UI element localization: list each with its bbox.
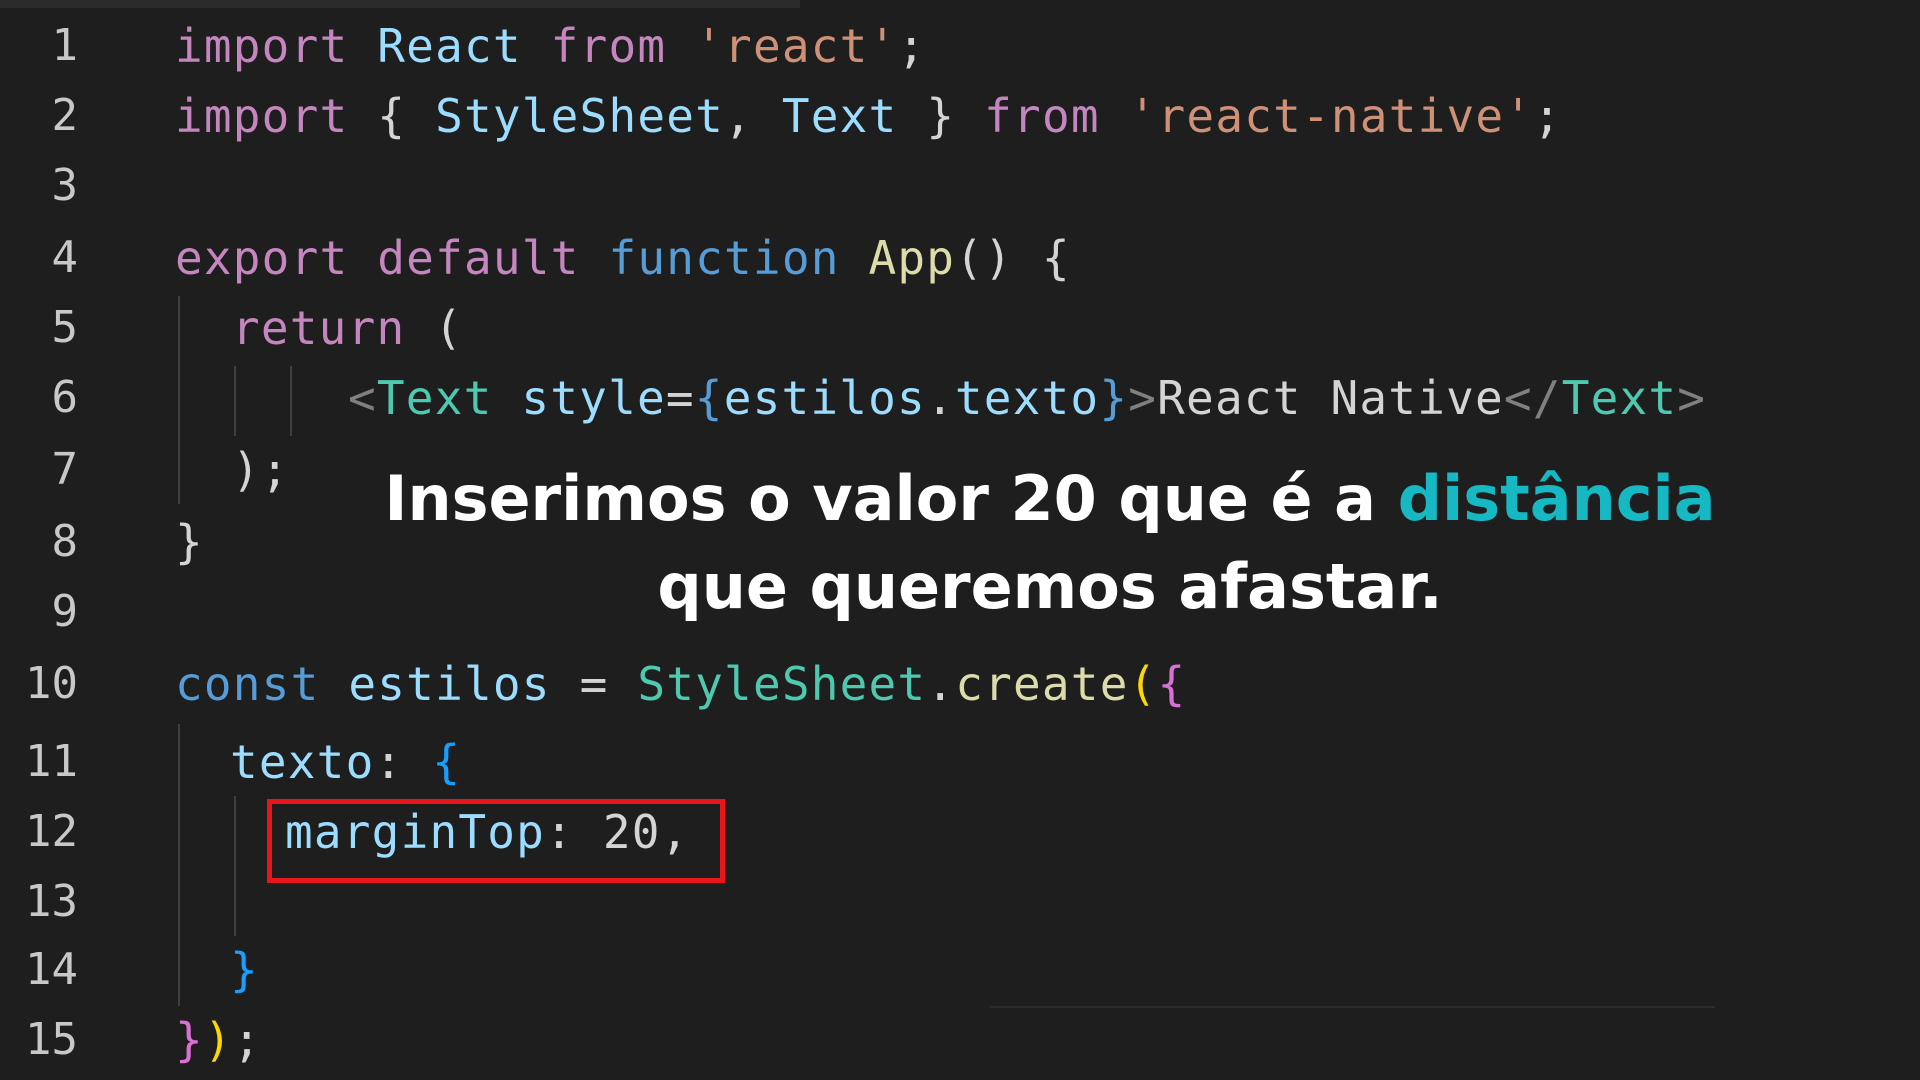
jsx-closing-tag-text: Text [1561, 371, 1678, 425]
equals: = [665, 371, 695, 425]
jsx-expr-open: { [694, 371, 724, 425]
line-number: 11 [25, 736, 78, 787]
line-number: 10 [25, 658, 78, 709]
line-number: 4 [51, 232, 79, 283]
identifier-estilos: estilos [348, 657, 551, 711]
code-line[interactable]: 3 [0, 156, 1920, 216]
semicolon: ; [1533, 89, 1563, 143]
code-text: } [175, 515, 204, 569]
line-number: 5 [51, 302, 79, 353]
tag-open-bracket: < [348, 371, 377, 425]
line-number: 1 [51, 20, 79, 71]
close-brace: } [175, 1013, 204, 1067]
line-number: 3 [51, 160, 79, 211]
tag-end-open-bracket: </ [1503, 371, 1562, 425]
keyword-from: from [550, 19, 667, 73]
keyword-function: function [608, 231, 840, 285]
jsx-attribute-style: style [521, 371, 666, 425]
open-brace: { [1041, 231, 1071, 285]
code-line[interactable]: 11 texto: { [0, 732, 1920, 792]
code-text: import React from 'react'; [175, 16, 926, 76]
open-brace: { [1157, 657, 1187, 711]
class-stylesheet: StyleSheet [637, 657, 927, 711]
open-brace: { [377, 89, 407, 143]
code-line[interactable]: 14 } [0, 940, 1920, 1000]
code-line[interactable]: 2 import { StyleSheet, Text } from 'reac… [0, 86, 1920, 146]
open-paren: ( [1128, 657, 1158, 711]
caption-line-1: Inserimos o valor 20 que é a distância [380, 455, 1720, 543]
line-number: 15 [25, 1014, 78, 1065]
line-number: 2 [51, 90, 79, 141]
semicolon: ; [232, 1013, 262, 1067]
identifier-estilos: estilos [723, 371, 926, 425]
close-brace: } [926, 89, 956, 143]
divider [990, 1006, 1715, 1008]
jsx-text-content: React Native [1157, 371, 1504, 425]
property-texto: texto [230, 735, 375, 789]
caption-line-2: que queremos afastar. [657, 550, 1443, 623]
line-number: 8 [51, 516, 79, 567]
identifier-react: React [377, 19, 522, 73]
code-text: }); [175, 1010, 262, 1070]
function-name: App [868, 231, 956, 285]
code-text: } [230, 943, 259, 997]
open-paren: ( [434, 301, 464, 355]
method-create: create [955, 657, 1129, 711]
close-paren: ) [203, 1013, 233, 1067]
identifier-text: Text [781, 89, 898, 143]
code-line[interactable]: 6 <Text style={estilos.texto}>React Nati… [0, 368, 1920, 428]
identifier-stylesheet: StyleSheet [435, 89, 725, 143]
caption-text: Inserimos o valor 20 que é a [384, 462, 1398, 535]
code-text: const estilos = StyleSheet.create({ [175, 654, 1186, 714]
keyword-const: const [175, 657, 320, 711]
jsx-expr-close: } [1099, 371, 1129, 425]
colon: : [374, 735, 404, 789]
code-text: export default function App() { [175, 228, 1071, 288]
comma: , [724, 89, 753, 143]
highlight-box [267, 799, 725, 883]
dot: . [926, 657, 956, 711]
dot: . [925, 371, 955, 425]
tag-end-close-bracket: > [1677, 371, 1707, 425]
code-line[interactable]: 4 export default function App() { [0, 228, 1920, 288]
code-text: return ( [232, 298, 463, 358]
equals: = [579, 657, 609, 711]
line-number: 9 [51, 586, 79, 637]
keyword-return: return [232, 301, 406, 355]
semicolon: ; [897, 19, 927, 73]
code-text: import { StyleSheet, Text } from 'react-… [175, 86, 1562, 146]
code-line[interactable]: 5 return ( [0, 298, 1920, 358]
keyword-import: import [175, 89, 349, 143]
keyword-default: default [377, 231, 580, 285]
code-text: <Text style={estilos.texto}>React Native… [348, 368, 1706, 428]
line-number: 13 [25, 876, 78, 927]
caption-accent-word: distância [1397, 462, 1716, 535]
tag-close-bracket: > [1128, 371, 1158, 425]
keyword-from: from [984, 89, 1100, 143]
jsx-tag-text: Text [376, 371, 493, 425]
line-number: 6 [51, 372, 79, 423]
keyword-export: export [175, 231, 349, 285]
caption-overlay: Inserimos o valor 20 que é a distância q… [380, 455, 1720, 631]
line-number: 12 [25, 806, 78, 857]
parens: () [955, 231, 1013, 285]
property-texto: texto [954, 371, 1100, 425]
code-line[interactable]: 1 import React from 'react'; [0, 16, 1920, 76]
keyword-import: import [175, 19, 349, 73]
code-line[interactable]: 15 }); [0, 1010, 1920, 1070]
code-line[interactable]: 10 const estilos = StyleSheet.create({ [0, 654, 1920, 714]
string-module: 'react' [695, 19, 898, 73]
code-text: texto: { [230, 732, 461, 792]
code-text: ); [232, 443, 290, 497]
string-module: 'react-native' [1128, 89, 1534, 143]
open-brace: { [432, 735, 462, 789]
line-number: 14 [25, 944, 78, 995]
line-number: 7 [51, 444, 79, 495]
